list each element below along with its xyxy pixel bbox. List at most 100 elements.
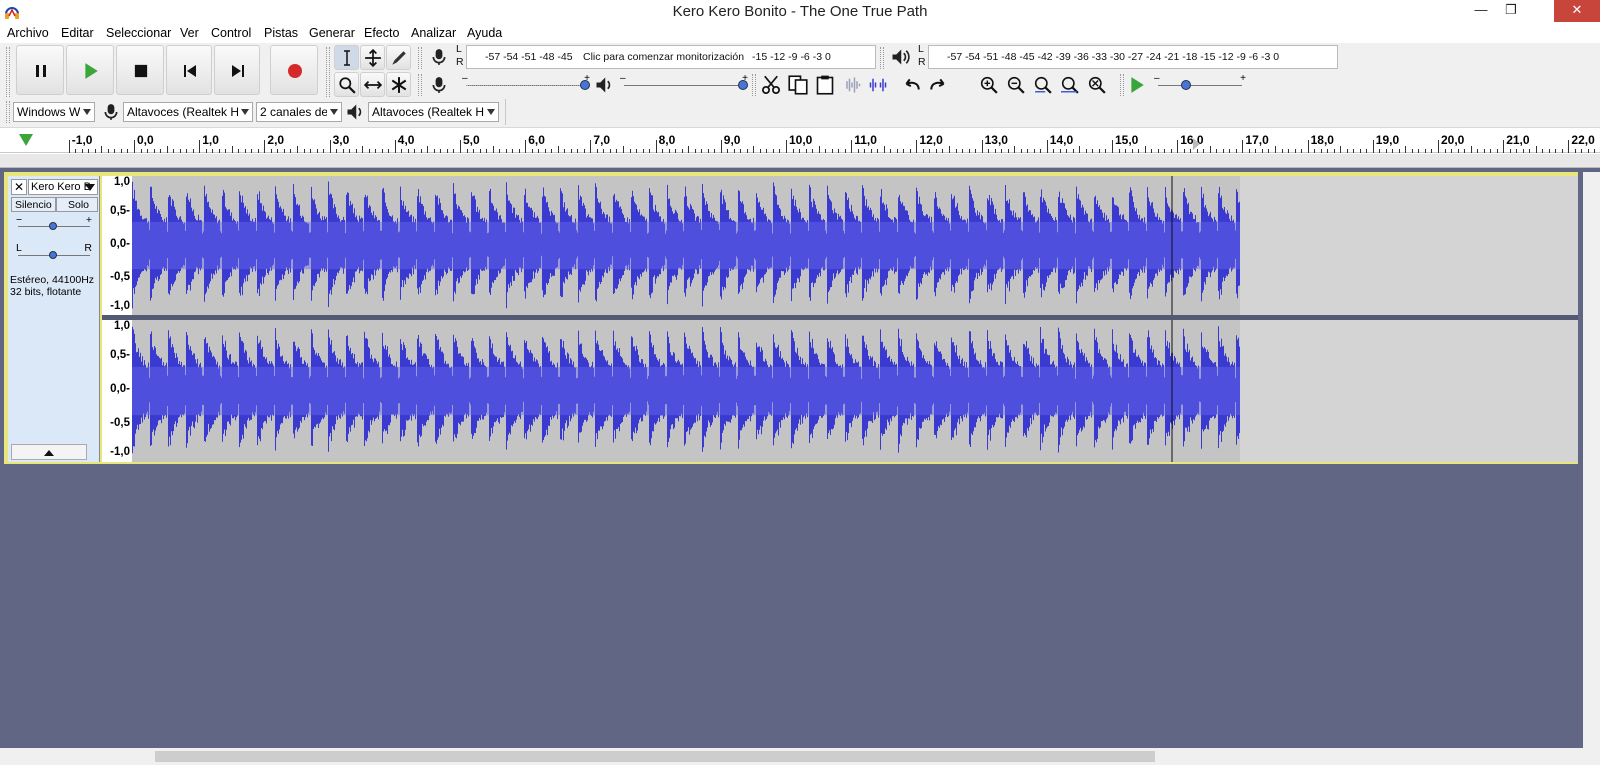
audio-host-select[interactable]: Windows W <box>13 102 95 122</box>
audio-track[interactable]: ✕ Kero Kero B Silencio Solo − + L R Esté… <box>4 172 1578 464</box>
ruler-minor-tick <box>805 149 807 153</box>
ruler-minor-tick <box>779 149 781 153</box>
recording-device-select[interactable]: Altavoces (Realtek H <box>123 102 253 122</box>
record-meter[interactable]: -57 -54 -51 -48 -45 Clic para comenzar m… <box>466 45 876 69</box>
minimize-button[interactable]: — <box>1466 0 1496 22</box>
ruler-minor-tick <box>1405 146 1407 153</box>
play-button[interactable] <box>66 45 114 95</box>
play-at-speed-icon[interactable] <box>1128 76 1146 94</box>
menu-archivo[interactable]: Archivo <box>7 26 49 40</box>
gain-thumb[interactable] <box>49 222 57 230</box>
fit-selection-icon[interactable] <box>1034 76 1052 94</box>
timeline-options-icon[interactable] <box>18 132 34 148</box>
draw-tool-button[interactable] <box>386 45 411 70</box>
mixer-toolbar-grip[interactable] <box>418 74 422 96</box>
solo-button[interactable]: Solo <box>56 197 98 212</box>
playhead-marker[interactable] <box>1193 138 1200 150</box>
track-collapse-button[interactable] <box>11 444 87 460</box>
play-meter-grip[interactable] <box>880 47 884 69</box>
restore-button[interactable]: ❐ <box>1496 0 1526 22</box>
menu-ver[interactable]: Ver <box>180 26 199 40</box>
play-speed-grip[interactable] <box>1120 74 1124 96</box>
pan-thumb[interactable] <box>49 251 57 259</box>
multi-tool-button[interactable] <box>386 72 411 97</box>
menu-seleccionar[interactable]: Seleccionar <box>106 26 171 40</box>
playback-device-select[interactable]: Altavoces (Realtek H <box>368 102 499 122</box>
edit-toolbar-grip[interactable] <box>752 74 756 96</box>
ruler-minor-tick <box>1301 149 1303 153</box>
ruler-minor-tick <box>427 146 429 153</box>
ruler-minor-tick <box>1418 149 1420 153</box>
zoom-out-icon[interactable] <box>1007 76 1025 94</box>
vertical-scrollbar[interactable] <box>1583 172 1600 765</box>
gain-slider[interactable]: − + <box>16 214 92 234</box>
record-volume-thumb[interactable] <box>580 80 590 90</box>
ruler-minor-tick <box>94 149 96 153</box>
ruler-minor-tick <box>883 146 885 153</box>
menu-control[interactable]: Control <box>211 26 251 40</box>
ruler-minor-tick <box>531 149 533 153</box>
ruler-minor-tick <box>407 149 409 153</box>
speaker-icon[interactable] <box>890 47 910 67</box>
record-meter-grip[interactable] <box>418 47 422 69</box>
menu-pistas[interactable]: Pistas <box>264 26 298 40</box>
playback-volume-thumb[interactable] <box>738 80 748 90</box>
menu-analizar[interactable]: Analizar <box>411 26 456 40</box>
microphone-icon[interactable] <box>430 47 448 67</box>
play-speed-slider[interactable]: – + <box>1154 73 1246 94</box>
horizontal-scrollbar-thumb[interactable] <box>155 751 1155 762</box>
ruler-minor-tick <box>1020 149 1022 153</box>
silence-audio-icon[interactable] <box>868 75 888 95</box>
zoom-in-icon[interactable] <box>980 76 998 94</box>
ruler-minor-tick <box>909 149 911 153</box>
cut-icon[interactable] <box>761 75 781 95</box>
track-close-button[interactable]: ✕ <box>11 179 27 195</box>
track-name-menu[interactable]: Kero Kero B <box>28 179 98 195</box>
mute-button[interactable]: Silencio <box>11 197 56 212</box>
ruler-minor-tick <box>1327 149 1329 153</box>
recording-channels-select[interactable]: 2 canales de <box>256 102 342 122</box>
skip-start-icon <box>184 65 196 77</box>
stop-button[interactable] <box>116 45 164 95</box>
trim-audio-icon[interactable] <box>842 75 862 95</box>
ruler-minor-tick <box>225 149 227 153</box>
zoom-tool-button[interactable] <box>334 72 359 97</box>
ruler-tick-label: 17,0 <box>1245 133 1269 147</box>
device-toolbar-grip[interactable] <box>6 101 10 123</box>
timeline-scrub-bar[interactable] <box>0 154 1600 168</box>
undo-icon[interactable] <box>902 76 922 94</box>
play-meter[interactable]: -57 -54 -51 -48 -45 -42 -39 -36 -33 -30 … <box>928 45 1338 69</box>
tools-toolbar-grip[interactable] <box>326 47 330 97</box>
pan-slider[interactable]: L R <box>16 242 92 262</box>
selection-tool-button[interactable] <box>334 45 359 70</box>
fit-project-icon[interactable] <box>1061 76 1079 94</box>
ruler-minor-tick <box>1151 149 1153 153</box>
horizontal-scrollbar[interactable] <box>0 748 1583 765</box>
paste-icon[interactable] <box>815 75 835 95</box>
skip-to-start-button[interactable] <box>166 45 212 95</box>
timeline-ruler[interactable]: -1,0 0,0 1,0 2,0 3,0 4,0 5,0 6,0 7,0 8,0 9,0 10,0 11… <box>0 128 1600 153</box>
menu-generar[interactable]: Generar <box>309 26 355 40</box>
redo-icon[interactable] <box>928 76 948 94</box>
ruler-minor-tick <box>1001 149 1003 153</box>
skip-to-end-button[interactable] <box>214 45 260 95</box>
play-speed-thumb[interactable] <box>1181 80 1191 90</box>
ruler-minor-tick <box>668 149 670 153</box>
transport-toolbar-grip[interactable] <box>6 47 10 97</box>
track-area[interactable]: ✕ Kero Kero B Silencio Solo − + L R Esté… <box>0 168 1600 765</box>
menu-efecto[interactable]: Efecto <box>364 26 399 40</box>
record-volume-slider[interactable]: – + <box>462 73 590 94</box>
channel-2-waveform[interactable] <box>132 320 1578 462</box>
close-button[interactable]: ✕ <box>1554 0 1600 22</box>
menu-ayuda[interactable]: Ayuda <box>467 26 502 40</box>
pause-button[interactable] <box>16 45 64 95</box>
zoom-toggle-icon[interactable] <box>1088 76 1106 94</box>
copy-icon[interactable] <box>788 75 808 95</box>
timeshift-tool-button[interactable] <box>360 72 385 97</box>
record-button[interactable] <box>270 45 318 95</box>
envelope-tool-button[interactable] <box>360 45 385 70</box>
menu-editar[interactable]: Editar <box>61 26 94 40</box>
channel-1-waveform[interactable] <box>132 176 1578 315</box>
playback-volume-slider[interactable]: – + <box>620 73 748 94</box>
ruler-minor-tick <box>381 149 383 153</box>
